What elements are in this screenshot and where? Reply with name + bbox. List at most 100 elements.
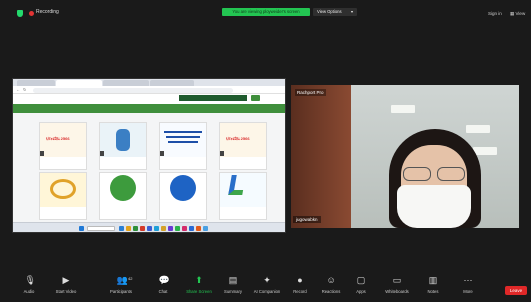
card-thumbnail: ประเมิน 2566 xyxy=(40,123,86,157)
summary-icon: ▤ xyxy=(228,275,238,285)
viewing-screen-banner: You are viewing ployweider's screen xyxy=(222,8,310,16)
video-background-left xyxy=(291,85,351,228)
taskbar-search-input[interactable] xyxy=(87,226,115,231)
share-screen-button[interactable]: ⬆ Share Screen xyxy=(180,270,218,302)
card-thumbnail: ประเมิน 2566 xyxy=(220,123,266,157)
card-text-line xyxy=(166,136,200,138)
reload-icon[interactable]: ↻ xyxy=(23,87,26,92)
url-field[interactable] xyxy=(33,87,233,93)
notes-button[interactable]: ▥ Notes xyxy=(414,270,452,302)
ceiling-light xyxy=(473,147,497,155)
more-icon: ⋯ xyxy=(463,275,473,285)
card-illustration xyxy=(116,129,130,151)
taskbar-app-icon[interactable] xyxy=(119,226,124,231)
top-bar: Recording You are viewing ployweider's s… xyxy=(0,0,531,24)
site-header xyxy=(13,94,285,104)
taskbar-app-icon[interactable] xyxy=(147,226,152,231)
browser-address-bar: ← ↻ xyxy=(13,86,285,94)
chat-button[interactable]: 💬 Chat xyxy=(144,270,182,302)
windows-taskbar xyxy=(13,222,285,232)
apps-button[interactable]: ▢ Apps xyxy=(342,270,380,302)
content-card[interactable] xyxy=(39,172,87,220)
content-card[interactable]: ประเมิน 2566 xyxy=(39,122,87,170)
taskbar-app-icon[interactable] xyxy=(161,226,166,231)
leave-button[interactable]: Leave xyxy=(505,286,527,295)
card-thumbnail xyxy=(160,123,206,157)
card-text-line xyxy=(168,141,198,143)
start-video-button[interactable]: ▶ Start Video xyxy=(47,270,85,302)
taskbar-app-icon[interactable] xyxy=(175,226,180,231)
apps-icon: ▢ xyxy=(356,275,366,285)
content-card[interactable] xyxy=(159,172,207,220)
card-thumbnail xyxy=(220,173,266,207)
taskbar-app-icon[interactable] xyxy=(168,226,173,231)
view-options-label: View Options xyxy=(317,9,342,14)
content-card[interactable] xyxy=(159,122,207,170)
whiteboards-button[interactable]: ▭ Whiteboards xyxy=(378,270,416,302)
taskbar-app-icon[interactable] xyxy=(196,226,201,231)
more-button[interactable]: ⋯ More xyxy=(449,270,487,302)
card-tag xyxy=(100,151,104,156)
card-headline: ประเมิน 2566 xyxy=(46,136,70,141)
taskbar-app-icon[interactable] xyxy=(133,226,138,231)
start-icon[interactable] xyxy=(79,226,84,231)
card-thumbnail xyxy=(100,123,146,157)
card-headline: ประเมิน 2566 xyxy=(226,136,250,141)
meeting-toolbar: 🎙 Audio ▶ Start Video 👥 42 Participants … xyxy=(0,270,531,302)
face-mask xyxy=(397,185,471,228)
site-action-button[interactable] xyxy=(251,95,260,101)
video-camera-icon: ▶ xyxy=(62,275,70,285)
browser-tab-strip xyxy=(13,79,285,86)
chevron-down-icon: ▾ xyxy=(350,9,353,14)
summary-button[interactable]: ▤ Summary xyxy=(214,270,252,302)
video-top-label: Rachport Pro xyxy=(295,89,326,96)
participants-button[interactable]: 👥 42 Participants xyxy=(102,270,140,302)
taskbar-app-icon[interactable] xyxy=(154,226,159,231)
card-thumbnail xyxy=(100,173,146,207)
glasses-lens xyxy=(437,167,465,181)
system-tray[interactable] xyxy=(243,226,273,231)
reactions-icon: ☺ xyxy=(326,275,336,285)
content-card[interactable]: ประเมิน 2566 xyxy=(219,122,267,170)
share-screen-icon: ⬆ xyxy=(195,275,203,285)
taskbar-app-icon[interactable] xyxy=(140,226,145,231)
view-options-button[interactable]: View Options ▾ xyxy=(313,8,357,16)
card-thumbnail xyxy=(40,173,86,207)
audio-button[interactable]: 🎙 Audio xyxy=(10,270,48,302)
content-card[interactable] xyxy=(219,172,267,220)
glasses-lens xyxy=(403,167,431,181)
ceiling-light xyxy=(391,105,415,113)
card-thumbnail xyxy=(160,173,206,207)
microphone-icon: 🎙 xyxy=(24,275,36,285)
site-content: ประเมิน 2566 ประเมิน 2566 xyxy=(13,113,285,222)
content-card[interactable] xyxy=(99,122,147,170)
participants-icon: 👥 xyxy=(116,275,128,285)
card-logo xyxy=(228,175,246,195)
back-arrow-icon[interactable]: ← xyxy=(16,87,20,92)
card-tag xyxy=(160,151,164,156)
taskbar-app-icon[interactable] xyxy=(126,226,131,231)
ai-companion-icon: ✦ xyxy=(263,275,271,285)
view-label: View xyxy=(515,11,526,16)
shared-screen[interactable]: ← ↻ ประเมิน 2566 ประเมิน 2566 xyxy=(12,78,286,233)
site-tooltip xyxy=(179,95,247,101)
taskbar-app-icon[interactable] xyxy=(203,226,208,231)
record-icon: ● xyxy=(297,275,303,285)
whiteboards-icon: ▭ xyxy=(392,275,402,285)
card-tag xyxy=(40,151,44,156)
card-logo xyxy=(50,179,76,199)
notes-icon: ▥ xyxy=(428,275,438,285)
participants-count: 42 xyxy=(128,276,133,281)
view-button[interactable]: ▦ View xyxy=(510,11,525,17)
card-logo xyxy=(170,175,196,201)
security-shield-icon[interactable] xyxy=(17,10,23,17)
sign-in-link[interactable]: Sign in xyxy=(488,11,502,16)
recording-label[interactable]: Recording xyxy=(36,9,59,15)
taskbar-app-icon[interactable] xyxy=(189,226,194,231)
site-nav-bar xyxy=(13,104,285,113)
taskbar-app-icon[interactable] xyxy=(182,226,187,231)
participant-video-tile[interactable]: Rachport Pro jugowabkn xyxy=(291,85,519,228)
chat-icon: 💬 xyxy=(158,275,170,285)
participant-name-label: jugowabkn xyxy=(293,216,321,223)
content-card[interactable] xyxy=(99,172,147,220)
